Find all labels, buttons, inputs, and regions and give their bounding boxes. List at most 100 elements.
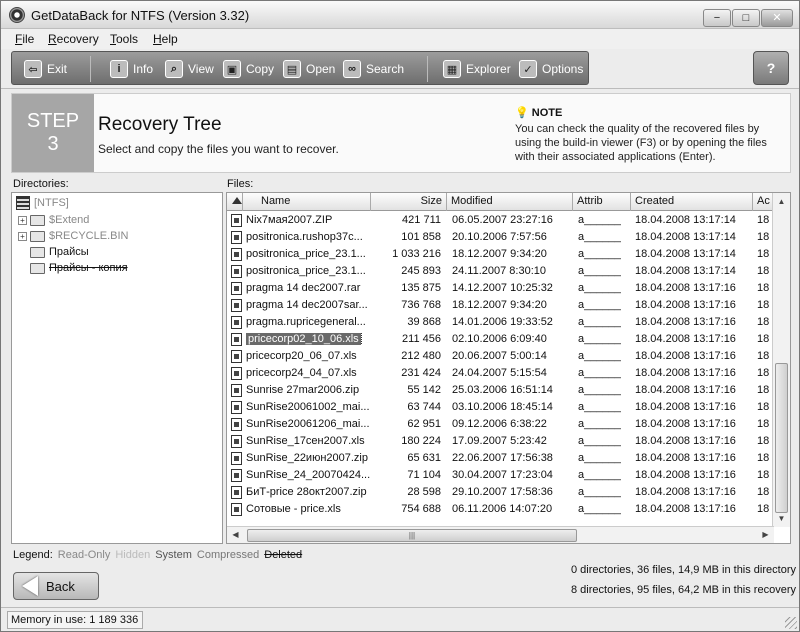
file-size: 63 744 — [407, 401, 441, 413]
file-name-cell: SunRise20061206_mai... — [246, 418, 370, 430]
scroll-right-icon[interactable]: ▶ — [757, 527, 774, 543]
scroll-down-icon[interactable]: ▼ — [773, 510, 790, 527]
expand-icon[interactable]: + — [18, 231, 27, 241]
open-button[interactable]: ▤ Open — [283, 58, 335, 80]
file-modified: 20.06.2007 5:00:14 — [452, 350, 547, 362]
file-created: 18.04.2008 13:17:14 — [635, 248, 736, 260]
memory-status: Memory in use: 1 189 336 — [7, 611, 143, 629]
file-modified: 06.11.2006 14:07:20 — [452, 503, 553, 515]
column-up-button[interactable] — [227, 193, 243, 211]
menu-file[interactable]: File — [15, 32, 34, 46]
tree-item-recycle-bin[interactable]: + $RECYCLE.BIN — [18, 228, 128, 244]
maximize-button[interactable]: □ — [732, 9, 760, 27]
scroll-up-icon[interactable]: ▲ — [773, 193, 790, 210]
file-attrib: a______ — [578, 299, 621, 311]
menu-recovery[interactable]: Recovery — [48, 32, 99, 46]
explorer-icon: ▦ — [443, 60, 461, 78]
table-row[interactable]: SunRise20061002_mai... 63 744 03.10.2006 1… — [227, 399, 772, 416]
search-label: Search — [366, 62, 405, 76]
note-text: You can check the quality of the recover… — [515, 123, 767, 163]
table-row[interactable]: pragma.rupricegeneral... 39 868 14.01.2006… — [227, 314, 772, 331]
column-modified[interactable]: Modified — [447, 193, 573, 211]
toolbar: ⇦ Exit i Info ⌕ View ▣ Copy ▤ Open ∞ Sea… — [1, 49, 799, 89]
file-icon — [231, 452, 242, 465]
close-button[interactable]: ✕ — [761, 9, 793, 27]
explorer-button[interactable]: ▦ Explorer — [443, 58, 511, 80]
options-button[interactable]: ✓ Options — [519, 58, 583, 80]
table-row[interactable]: positronica.rushop37c... 101 858 20.10.200… — [227, 229, 772, 246]
tree-item-prices[interactable]: Прайсы — [30, 244, 89, 260]
file-attrib: a______ — [578, 316, 621, 328]
column-name[interactable]: Name — [243, 193, 371, 211]
exit-button[interactable]: ⇦ Exit — [24, 58, 67, 80]
expand-icon[interactable]: + — [18, 215, 27, 225]
table-row[interactable]: pricecorp20_06_07.xls 212 480 20.06.2007 5… — [227, 348, 772, 365]
table-row[interactable]: SunRise_17сен2007.xls 180 224 17.09.2007 5… — [227, 433, 772, 450]
file-icon — [231, 469, 242, 482]
table-row[interactable]: Nix7мая2007.ZIP 421 711 06.05.2007 23:27:1… — [227, 212, 772, 229]
help-button[interactable]: ? — [753, 51, 789, 85]
table-row[interactable]: Sunrise 27mar2006.zip 55 142 25.03.2006 16… — [227, 382, 772, 399]
file-size: 28 598 — [407, 486, 441, 498]
table-row[interactable]: БиТ-price 28окт2007.zip 28 598 29.10.2007 … — [227, 484, 772, 501]
file-name: БиТ-price 28окт2007.zip — [246, 486, 367, 498]
vertical-scroll-thumb[interactable] — [775, 363, 788, 513]
file-accessed: 18 — [757, 282, 770, 294]
file-created: 18.04.2008 13:17:16 — [635, 350, 736, 362]
file-created: 18.04.2008 13:17:16 — [635, 299, 736, 311]
file-icon — [231, 401, 242, 414]
resize-grip-icon[interactable] — [785, 617, 797, 629]
open-label: Open — [306, 62, 336, 76]
file-accessed: 18 — [757, 214, 770, 226]
page-subtitle: Select and copy the files you want to re… — [98, 142, 339, 156]
tree-root[interactable]: [NTFS] — [16, 195, 69, 211]
column-attrib[interactable]: Attrib — [573, 193, 631, 211]
back-button[interactable]: Back — [13, 572, 99, 600]
file-name: pragma.rupricegeneral... — [246, 316, 366, 328]
table-row[interactable]: SunRise20061206_mai... 62 951 09.12.2006 6… — [227, 416, 772, 433]
table-row[interactable]: SunRise_22июн2007.zip 65 631 22.06.2007 17… — [227, 450, 772, 467]
menu-file-label: ile — [22, 32, 35, 46]
file-modified: 24.04.2007 5:15:54 — [452, 367, 547, 379]
search-button[interactable]: ∞ Search — [343, 58, 404, 80]
scroll-left-icon[interactable]: ◀ — [227, 527, 244, 543]
minimize-button[interactable]: − — [703, 9, 731, 27]
file-modified: 02.10.2006 6:09:40 — [452, 333, 547, 345]
view-button[interactable]: ⌕ View — [165, 58, 214, 80]
table-row[interactable]: positronica_price_23.1... 1 033 216 18.12.… — [227, 246, 772, 263]
menu-help[interactable]: Help — [153, 32, 178, 46]
file-name-cell: positronica_price_23.1... — [246, 265, 370, 277]
directory-tree[interactable]: [NTFS] + $Extend + $RECYCLE.BIN Прайсы П… — [11, 192, 223, 544]
menu-tools[interactable]: Tools — [110, 32, 138, 46]
table-row[interactable]: pragma 14 dec2007sar... 736 768 18.12.2007… — [227, 297, 772, 314]
horizontal-scroll-thumb[interactable]: ||| — [247, 529, 577, 542]
info-button[interactable]: i Info — [110, 58, 153, 80]
copy-button[interactable]: ▣ Copy — [223, 58, 274, 80]
file-name: pricecorp20_06_07.xls — [246, 350, 357, 362]
table-row[interactable]: pricecorp02_10_06.xls 211 456 02.10.2006 6… — [227, 331, 772, 348]
file-icon — [231, 214, 242, 227]
horizontal-scrollbar[interactable]: ◀ ||| ▶ — [227, 526, 774, 543]
file-icon — [231, 248, 242, 261]
table-row[interactable]: SunRise_24_20070424... 71 104 30.04.2007 1… — [227, 467, 772, 484]
file-accessed: 18 — [757, 401, 770, 413]
lightbulb-icon: 💡 — [515, 107, 529, 119]
help-question-icon: ? — [766, 60, 776, 76]
file-list[interactable]: Name Size Modified Attrib Created Ac Nix… — [226, 192, 791, 544]
file-size: 180 224 — [401, 435, 441, 447]
table-row[interactable]: Сотовые - price.xls 754 688 06.11.2006 14:… — [227, 501, 772, 518]
table-row[interactable]: pricecorp24_04_07.xls 231 424 24.04.2007 5… — [227, 365, 772, 382]
title-bar: GetDataBack for NTFS (Version 3.32) − □ … — [1, 1, 799, 29]
file-modified: 14.12.2007 10:25:32 — [452, 282, 553, 294]
file-name-cell: pricecorp02_10_06.xls — [246, 333, 370, 345]
tree-item-prices-copy[interactable]: Прайсы - копия — [30, 260, 128, 276]
file-name-cell: pragma.rupricegeneral... — [246, 316, 370, 328]
column-size[interactable]: Size — [371, 193, 447, 211]
table-row[interactable]: pragma 14 dec2007.rar 135 875 14.12.2007 1… — [227, 280, 772, 297]
column-created[interactable]: Created — [631, 193, 753, 211]
file-name-cell: Nix7мая2007.ZIP — [246, 214, 370, 226]
table-row[interactable]: positronica_price_23.1... 245 893 24.11.20… — [227, 263, 772, 280]
tree-item-extend[interactable]: + $Extend — [18, 212, 89, 228]
file-name-cell: pricecorp20_06_07.xls — [246, 350, 370, 362]
vertical-scrollbar[interactable]: ▲ ▼ — [772, 193, 790, 527]
